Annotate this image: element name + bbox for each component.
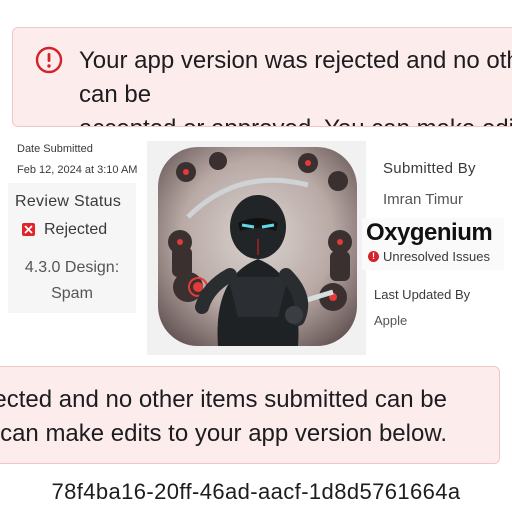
submission-id: 78f4ba16-20ff-46ad-aacf-1d8d5761664a — [51, 479, 461, 504]
rejection-banner-top: Your app version was rejected and no oth… — [12, 27, 512, 127]
rejection-banner-bottom: Your app version was rejected and no oth… — [0, 366, 500, 464]
ninja-app-icon[interactable] — [158, 147, 357, 346]
review-status-title: Review Status — [15, 193, 122, 210]
alert-circle-icon — [35, 46, 63, 74]
issue-alert-icon: ! — [368, 251, 379, 262]
last-updated-label: Last Updated By — [374, 287, 471, 302]
rejected-x-icon — [22, 223, 35, 236]
review-status-card: Review Status Rejected 4.3.0 Design: Spa… — [8, 183, 136, 313]
rejection-message: Your app version was rejected and no oth… — [79, 47, 512, 126]
submitted-by-value: Imran Timur — [383, 191, 464, 208]
date-submitted-value: Feb 12, 2024 at 3:10 AM — [17, 164, 138, 176]
unresolved-issues-label[interactable]: Unresolved Issues — [383, 249, 490, 264]
rejection-reason[interactable]: 4.3.0 Design: Spam — [8, 255, 136, 307]
review-status-value: Rejected — [44, 221, 108, 238]
rejection-message-bottom: Your app version was rejected and no oth… — [0, 386, 447, 447]
app-name[interactable]: Oxygenium — [366, 219, 493, 247]
last-updated-value: Apple — [374, 313, 408, 328]
submitted-by-label: Submitted By — [383, 160, 476, 177]
date-submitted-label: Date Submitted — [17, 143, 93, 155]
